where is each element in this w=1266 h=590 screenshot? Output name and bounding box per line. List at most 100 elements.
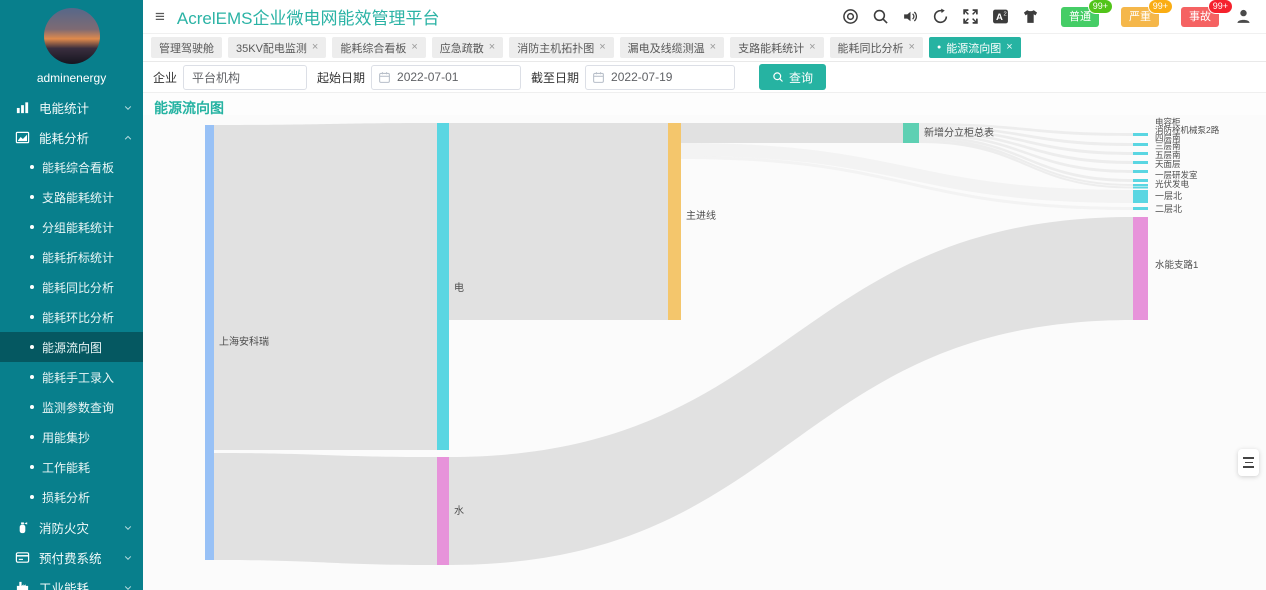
tab-label: 能源流向图 (946, 40, 1001, 56)
alarm-badge-accident[interactable]: 事故99+ (1181, 7, 1219, 27)
sankey-node-label: 新增分立柜总表 (924, 126, 994, 139)
alarm-badge-count: 99+ (1148, 0, 1173, 14)
sidebar-item-energy-meter-reading[interactable]: 用能集抄 (0, 422, 143, 452)
tab-fire-host-topology[interactable]: 消防主机拓扑图× (509, 37, 613, 58)
sidebar-item-energy-manual-entry[interactable]: 能耗手工录入 (0, 362, 143, 392)
sidebar-item-energy-dashboard[interactable]: 能耗综合看板 (0, 152, 143, 182)
sankey-chart: 上海安科瑞 → 电上海安科瑞 → 水电 → 主进线水 → 水能支路1主进线 → … (143, 115, 1266, 590)
tab-energy-dashboard[interactable]: 能耗综合看板× (332, 37, 425, 58)
alarm-badge-normal[interactable]: 普通99+ (1061, 7, 1099, 27)
sidebar-item-loss-analysis[interactable]: 损耗分析 (0, 482, 143, 512)
sankey-node-10[interactable]: 天面层 (1133, 179, 1148, 182)
sidebar-item-power-statistics[interactable]: 电能统计 (0, 92, 143, 122)
search-icon[interactable] (872, 8, 889, 25)
sankey-node-12[interactable]: 光伏发电 (1133, 187, 1148, 189)
calendar-icon (378, 71, 391, 84)
close-icon[interactable]: × (1006, 42, 1012, 53)
sankey-node-label: 主进线 (686, 209, 716, 222)
tab-management-cockpit[interactable]: 管理驾驶舱 (151, 37, 222, 58)
close-icon[interactable]: × (909, 42, 915, 53)
tab-branch-energy-stats[interactable]: 支路能耗统计× (730, 37, 823, 58)
floating-toolbox[interactable] (1238, 449, 1259, 476)
start-date-label: 起始日期 (317, 69, 365, 86)
sidebar-item-group-energy-stats[interactable]: 分组能耗统计 (0, 212, 143, 242)
sidebar-subitem-label: 能源流向图 (42, 339, 102, 356)
tab-label: 能耗同比分析 (838, 40, 904, 56)
sankey-node-15[interactable]: 水能支路1 (1133, 217, 1148, 320)
sidebar-item-industrial-energy[interactable]: 工业能耗 (0, 572, 143, 590)
sankey-link-0[interactable]: 上海安科瑞 → 电 (214, 123, 437, 450)
sidebar-item-energy-yoy-analysis[interactable]: 能耗同比分析 (0, 272, 143, 302)
sankey-node-13[interactable]: 一层北 (1133, 190, 1148, 203)
sankey-link-1[interactable]: 上海安科瑞 → 水 (214, 453, 437, 565)
sankey-node-4[interactable]: 新增分立柜总表 (903, 123, 919, 143)
end-date-value[interactable] (611, 70, 728, 84)
hamburger-menu-icon[interactable]: ≡ (155, 8, 165, 25)
prepaid-card-icon (15, 550, 30, 565)
topbar: ≡ AcrelEMS企业微电网能效管理平台 A2普通99+严重99+事故99+ (143, 0, 1266, 34)
tab-35kv-power-monitor[interactable]: 35KV配电监测× (228, 37, 326, 58)
sidebar-nav: 电能统计能耗分析能耗综合看板支路能耗统计分组能耗统计能耗折标统计能耗同比分析能耗… (0, 92, 143, 590)
picture-chart-icon (15, 130, 30, 145)
fullscreen-icon (962, 8, 979, 25)
sankey-node-8[interactable]: 三层南 (1133, 161, 1148, 164)
sankey-node-5[interactable]: 电容柜 (1133, 133, 1148, 136)
bullet-icon (30, 465, 34, 469)
translate-icon[interactable]: A2 (992, 8, 1009, 25)
sankey-node-6[interactable]: 消防栓机械泵2路 (1133, 143, 1148, 146)
refresh-icon (932, 8, 949, 25)
alarm-badge-serious[interactable]: 严重99+ (1121, 7, 1159, 27)
tshirt-icon[interactable] (1022, 8, 1039, 25)
avatar[interactable] (44, 8, 100, 64)
sidebar-item-energy-flow-diagram[interactable]: 能源流向图 (0, 332, 143, 362)
sound-icon[interactable] (902, 8, 919, 25)
target-icon[interactable] (842, 8, 859, 25)
search-button[interactable]: 查询 (759, 64, 826, 90)
sankey-node-label: 电 (454, 281, 464, 294)
sankey-link-2[interactable]: 电 → 主进线 (449, 123, 668, 320)
tab-leakage-cable-temp[interactable]: 漏电及线缆测温 × (620, 37, 724, 58)
sidebar-item-label: 工业能耗 (39, 578, 89, 590)
start-date-value[interactable] (397, 70, 514, 84)
bullet-icon (30, 315, 34, 319)
sankey-node-2[interactable]: 水 (437, 457, 449, 565)
search-icon (872, 8, 889, 25)
main-column: ≡ AcrelEMS企业微电网能效管理平台 A2普通99+严重99+事故99+ … (143, 0, 1266, 590)
sankey-node-7[interactable]: 四层南 (1133, 152, 1148, 155)
sidebar-item-energy-mom-analysis[interactable]: 能耗环比分析 (0, 302, 143, 332)
tab-label: 漏电及线缆测温 (628, 40, 705, 56)
company-input[interactable] (183, 65, 307, 90)
sankey-node-1[interactable]: 电 (437, 123, 449, 450)
sidebar-item-fire-safety[interactable]: 消防火灾 (0, 512, 143, 542)
sidebar-item-monitor-param-query[interactable]: 监测参数查询 (0, 392, 143, 422)
sankey-node-0[interactable]: 上海安科瑞 (205, 125, 214, 560)
username: adminenergy (0, 71, 143, 85)
sankey-node-3[interactable]: 主进线 (668, 123, 681, 320)
tab-energy-flow-diagram[interactable]: ●能源流向图× (929, 37, 1021, 58)
close-icon[interactable]: × (312, 42, 318, 53)
tab-energy-yoy-analysis[interactable]: 能耗同比分析 × (830, 37, 923, 58)
close-icon[interactable]: × (411, 42, 417, 53)
sidebar-item-work-energy[interactable]: 工作能耗 (0, 452, 143, 482)
sankey-node-11[interactable]: 一层研发室 (1133, 184, 1148, 186)
sidebar-item-prepaid-system[interactable]: 预付费系统 (0, 542, 143, 572)
sidebar-subitem-label: 工作能耗 (42, 459, 90, 476)
close-icon[interactable]: × (599, 42, 605, 53)
sankey-link-4[interactable]: 主进线 → 新增分立柜总表 (681, 123, 903, 143)
search-icon (772, 71, 784, 83)
end-date-input[interactable] (585, 65, 735, 90)
sankey-node-9[interactable]: 五层南 (1133, 170, 1148, 173)
sidebar-item-energy-standard-stats[interactable]: 能耗折标统计 (0, 242, 143, 272)
start-date-input[interactable] (371, 65, 521, 90)
close-icon[interactable]: × (710, 42, 716, 53)
sidebar-item-energy-analysis[interactable]: 能耗分析 (0, 122, 143, 152)
sidebar-item-branch-energy-stats[interactable]: 支路能耗统计 (0, 182, 143, 212)
user-icon[interactable] (1235, 8, 1252, 25)
refresh-icon[interactable] (932, 8, 949, 25)
close-icon[interactable]: × (809, 42, 815, 53)
fullscreen-icon[interactable] (962, 8, 979, 25)
close-icon[interactable]: × (489, 42, 495, 53)
tab-emergency-evacuation[interactable]: 应急疏散× (432, 37, 503, 58)
sankey-node-14[interactable]: 二层北 (1133, 207, 1148, 210)
sound-icon (902, 8, 919, 25)
